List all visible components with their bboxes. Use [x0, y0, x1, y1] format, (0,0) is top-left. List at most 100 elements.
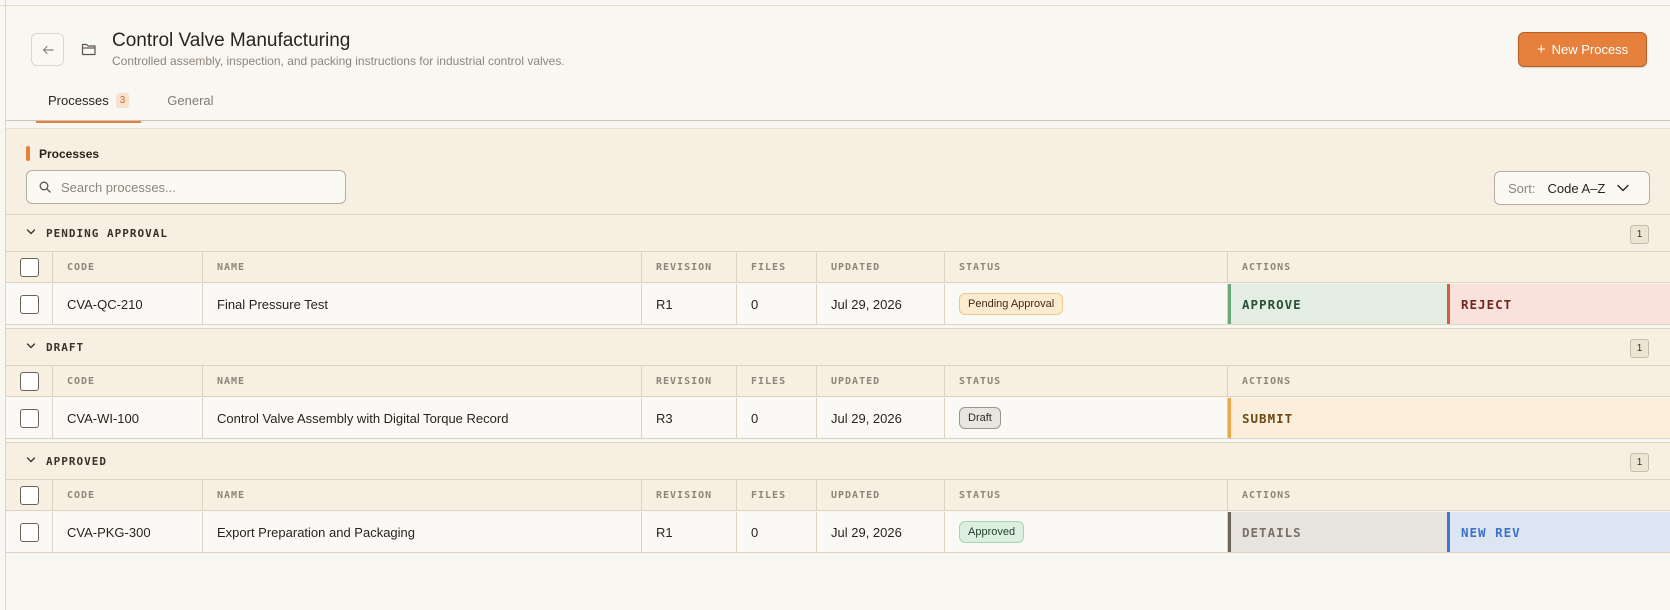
col-actions: ACTIONS	[1242, 489, 1292, 501]
page-subtitle: Controlled assembly, inspection, and pac…	[112, 54, 565, 68]
row-checkbox[interactable]	[19, 408, 39, 428]
col-actions: ACTIONS	[1242, 261, 1292, 273]
tab-general[interactable]: General	[155, 88, 225, 121]
row-checkbox[interactable]	[19, 294, 39, 314]
accent-bar	[26, 146, 30, 161]
col-files: FILES	[737, 480, 817, 510]
group-header-draft[interactable]: DRAFT 1	[6, 328, 1670, 366]
group-header-approved[interactable]: APPROVED 1	[6, 442, 1670, 480]
col-actions: ACTIONS	[1242, 375, 1292, 387]
cell-actions: APPROVE REJECT	[1228, 284, 1670, 324]
cell-files: 0	[737, 398, 817, 438]
sort-label: Sort:	[1508, 180, 1536, 196]
search-input[interactable]	[61, 179, 321, 195]
col-name: NAME	[203, 480, 642, 510]
row-select-cell	[6, 284, 53, 324]
cell-revision: R1	[642, 284, 737, 324]
new-rev-button[interactable]: NEW REV	[1447, 512, 1670, 552]
new-process-button[interactable]: + New Process	[1518, 32, 1647, 67]
cell-updated: Jul 29, 2026	[817, 398, 945, 438]
cell-code: CVA-WI-100	[53, 398, 203, 438]
sort-value: Code A–Z	[1547, 180, 1606, 196]
status-badge: Pending Approval	[959, 293, 1064, 315]
cell-revision: R1	[642, 512, 737, 552]
tab-bar: Processes 3 General	[36, 88, 226, 123]
group-title: PENDING APPROVAL	[46, 226, 168, 240]
tab-processes-count: 3	[115, 93, 130, 108]
cell-actions: SUBMIT	[1228, 398, 1670, 438]
col-status: STATUS	[945, 366, 1228, 396]
submit-button[interactable]: SUBMIT	[1228, 398, 1670, 438]
cell-code: CVA-PKG-300	[53, 512, 203, 552]
panel-label: Processes	[26, 146, 99, 161]
group-header-pending[interactable]: PENDING APPROVAL 1	[6, 214, 1670, 252]
tab-general-label: General	[167, 93, 214, 108]
group-count: 1	[1630, 225, 1649, 244]
status-badge: Draft	[959, 407, 1001, 429]
select-all-checkbox[interactable]	[19, 257, 39, 277]
processes-panel: Processes Sort: Code A–Z	[6, 128, 1670, 214]
reject-button[interactable]: REJECT	[1447, 284, 1670, 324]
table-row[interactable]: CVA-QC-210 Final Pressure Test R1 0 Jul …	[6, 284, 1670, 325]
select-all-checkbox[interactable]	[19, 485, 39, 505]
tab-processes[interactable]: Processes 3	[36, 88, 142, 123]
details-button[interactable]: DETAILS	[1228, 512, 1447, 552]
table-header-row: CODE NAME REVISION FILES UPDATED STATUS …	[6, 480, 1670, 511]
col-revision: REVISION	[642, 366, 737, 396]
status-badge: Approved	[959, 521, 1025, 543]
row-select-cell	[6, 398, 53, 438]
col-status: STATUS	[945, 480, 1228, 510]
table-row[interactable]: CVA-WI-100 Control Valve Assembly with D…	[6, 398, 1670, 439]
col-updated: UPDATED	[817, 366, 945, 396]
cell-name: Export Preparation and Packaging	[203, 512, 642, 552]
row-checkbox[interactable]	[19, 522, 39, 542]
page-title: Control Valve Manufacturing	[112, 30, 351, 51]
col-files: FILES	[737, 366, 817, 396]
table-header-row: CODE NAME REVISION FILES UPDATED STATUS …	[6, 366, 1670, 397]
cell-name: Final Pressure Test	[203, 284, 642, 324]
back-arrow-icon	[42, 45, 54, 54]
cell-status: Pending Approval	[945, 284, 1228, 324]
tab-processes-label: Processes	[48, 93, 109, 108]
page-header: Control Valve Manufacturing Controlled a…	[6, 6, 1670, 123]
col-revision: REVISION	[642, 252, 737, 282]
col-name: NAME	[203, 366, 642, 396]
plus-icon: +	[1536, 41, 1546, 58]
table-header-row: CODE NAME REVISION FILES UPDATED STATUS …	[6, 252, 1670, 283]
cell-updated: Jul 29, 2026	[817, 512, 945, 552]
new-process-label: New Process	[1551, 42, 1629, 57]
col-updated: UPDATED	[817, 252, 945, 282]
col-code: CODE	[53, 480, 203, 510]
select-all-cell	[6, 366, 53, 396]
chevron-down-icon	[26, 457, 36, 463]
approve-button[interactable]: APPROVE	[1228, 284, 1447, 324]
select-all-checkbox[interactable]	[19, 371, 39, 391]
search-box[interactable]	[26, 170, 346, 204]
sort-select[interactable]: Sort: Code A–Z	[1494, 171, 1650, 205]
table-row[interactable]: CVA-PKG-300 Export Preparation and Packa…	[6, 512, 1670, 553]
cell-code: CVA-QC-210	[53, 284, 203, 324]
cell-actions: DETAILS NEW REV	[1228, 512, 1670, 552]
col-code: CODE	[53, 252, 203, 282]
select-all-cell	[6, 252, 53, 282]
group-count: 1	[1630, 339, 1649, 358]
cell-revision: R3	[642, 398, 737, 438]
chevron-down-icon	[26, 229, 36, 235]
back-button[interactable]	[31, 33, 64, 66]
col-status: STATUS	[945, 252, 1228, 282]
panel-label-text: Processes	[39, 146, 100, 161]
col-revision: REVISION	[642, 480, 737, 510]
cell-status: Draft	[945, 398, 1228, 438]
chevron-down-icon	[26, 343, 36, 349]
header-divider	[6, 120, 1670, 121]
cell-updated: Jul 29, 2026	[817, 284, 945, 324]
col-code: CODE	[53, 366, 203, 396]
cell-status: Approved	[945, 512, 1228, 552]
col-files: FILES	[737, 252, 817, 282]
search-icon	[39, 181, 51, 193]
select-all-cell	[6, 480, 53, 510]
group-title: DRAFT	[46, 340, 85, 354]
row-select-cell	[6, 512, 53, 552]
group-count: 1	[1630, 453, 1649, 472]
cell-name: Control Valve Assembly with Digital Torq…	[203, 398, 642, 438]
